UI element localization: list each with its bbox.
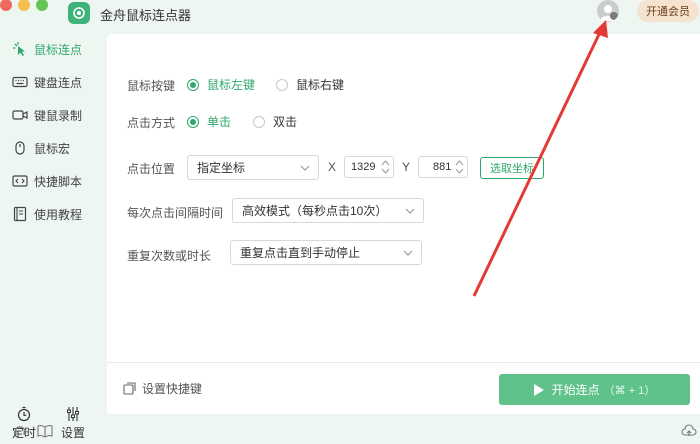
zoom-window-button[interactable] bbox=[36, 0, 48, 11]
customer-service-icon[interactable] bbox=[12, 424, 28, 438]
interval-select[interactable]: 高效模式（每秒点击10次） bbox=[232, 198, 424, 223]
settings-button[interactable]: 设置 bbox=[53, 406, 93, 441]
settings-label: 设置 bbox=[60, 426, 85, 440]
radio-double-click[interactable]: 双击 bbox=[253, 113, 297, 130]
select-value: 指定坐标 bbox=[197, 161, 246, 175]
x-label: X bbox=[328, 160, 337, 174]
chevron-down-icon bbox=[403, 250, 413, 256]
radio-dot-icon bbox=[187, 78, 199, 91]
repeat-select[interactable]: 重复点击直到手动停止 bbox=[230, 240, 422, 265]
set-shortcut-button[interactable]: 设置快捷键 bbox=[123, 380, 202, 397]
code-icon bbox=[12, 173, 28, 189]
radio-label: 鼠标左键 bbox=[207, 78, 256, 92]
interval-label: 每次点击间隔时间 bbox=[127, 206, 224, 220]
timer-icon bbox=[16, 406, 32, 422]
mouse-button-label: 鼠标按键 bbox=[127, 79, 176, 93]
sidebar-item-mouse-macro[interactable]: 鼠标宏 bbox=[0, 133, 107, 163]
repeat-label: 重复次数或时长 bbox=[127, 249, 212, 263]
sidebar: 鼠标连点 键盘连点 键鼠录制 鼠标宏 快捷脚本 使用教程 定时 bbox=[0, 34, 107, 444]
user-avatar[interactable] bbox=[597, 0, 619, 22]
app-title: 金舟鼠标连点器 bbox=[100, 8, 192, 23]
record-icon bbox=[12, 107, 28, 123]
sidebar-item-quick-script[interactable]: 快捷脚本 bbox=[0, 166, 107, 196]
radio-dot-icon bbox=[276, 78, 288, 91]
shortcut-icon bbox=[123, 382, 136, 395]
stepper-icon[interactable] bbox=[455, 159, 464, 175]
minimize-window-button[interactable] bbox=[18, 0, 30, 11]
play-icon bbox=[533, 383, 544, 396]
sidebar-item-label: 鼠标连点 bbox=[34, 42, 83, 57]
sliders-icon bbox=[65, 406, 81, 422]
y-value: 881 bbox=[433, 161, 452, 173]
click-position-label: 点击位置 bbox=[127, 162, 176, 176]
start-shortcut-hint: （⌘ + 1） bbox=[603, 384, 656, 397]
title-bar: 金舟鼠标连点器 开通会员 bbox=[0, 0, 700, 34]
x-value: 1329 bbox=[351, 161, 376, 173]
chevron-down-icon bbox=[300, 165, 310, 171]
close-window-button[interactable] bbox=[0, 0, 12, 11]
app-logo-icon bbox=[68, 2, 90, 24]
cursor-click-icon bbox=[12, 41, 28, 57]
radio-dot-icon bbox=[187, 115, 199, 128]
footer-divider bbox=[107, 362, 700, 363]
cloud-upload-icon[interactable] bbox=[681, 424, 697, 438]
sidebar-item-label: 使用教程 bbox=[34, 207, 83, 222]
keyboard-icon bbox=[12, 74, 28, 90]
sidebar-item-label: 键鼠录制 bbox=[34, 108, 83, 123]
click-mode-label: 点击方式 bbox=[127, 116, 176, 130]
radio-label: 双击 bbox=[273, 115, 298, 129]
radio-single-click[interactable]: 单击 bbox=[187, 113, 231, 130]
sidebar-item-mouse-click[interactable]: 鼠标连点 bbox=[0, 34, 107, 64]
sidebar-item-label: 键盘连点 bbox=[34, 75, 83, 90]
y-label: Y bbox=[402, 160, 411, 174]
manual-book-icon[interactable] bbox=[37, 424, 53, 438]
radio-dot-icon bbox=[253, 115, 265, 128]
sidebar-item-tutorial[interactable]: 使用教程 bbox=[0, 199, 107, 229]
select-value: 重复点击直到手动停止 bbox=[240, 246, 361, 260]
stepper-icon[interactable] bbox=[381, 159, 390, 175]
chevron-down-icon bbox=[405, 208, 415, 214]
sidebar-item-recording[interactable]: 键鼠录制 bbox=[0, 100, 107, 130]
book-icon bbox=[12, 206, 28, 222]
radio-right-button[interactable]: 鼠标右键 bbox=[276, 76, 344, 93]
start-clicking-button[interactable]: 开始连点 （⌘ + 1） bbox=[499, 374, 690, 405]
shortcut-label: 设置快捷键 bbox=[142, 382, 203, 396]
sidebar-item-label: 鼠标宏 bbox=[34, 141, 71, 156]
radio-label: 鼠标右键 bbox=[296, 78, 345, 92]
x-coordinate-input[interactable]: 1329 bbox=[344, 156, 394, 178]
pick-coordinate-button[interactable]: 选取坐标 bbox=[480, 157, 544, 179]
position-mode-select[interactable]: 指定坐标 bbox=[187, 155, 319, 180]
y-coordinate-input[interactable]: 881 bbox=[418, 156, 468, 178]
vip-button[interactable]: 开通会员 bbox=[637, 0, 699, 22]
start-label: 开始连点 bbox=[551, 383, 600, 397]
radio-left-button[interactable]: 鼠标左键 bbox=[187, 76, 255, 93]
select-value: 高效模式（每秒点击10次） bbox=[242, 204, 388, 218]
mouse-icon bbox=[12, 140, 28, 156]
sidebar-item-keyboard-click[interactable]: 键盘连点 bbox=[0, 67, 107, 97]
radio-label: 单击 bbox=[207, 115, 232, 129]
sidebar-item-label: 快捷脚本 bbox=[34, 174, 83, 189]
main-panel: 鼠标按键 鼠标左键 鼠标右键 点击方式 单击 双击 点击位置 指定坐标 X 13… bbox=[107, 34, 700, 414]
